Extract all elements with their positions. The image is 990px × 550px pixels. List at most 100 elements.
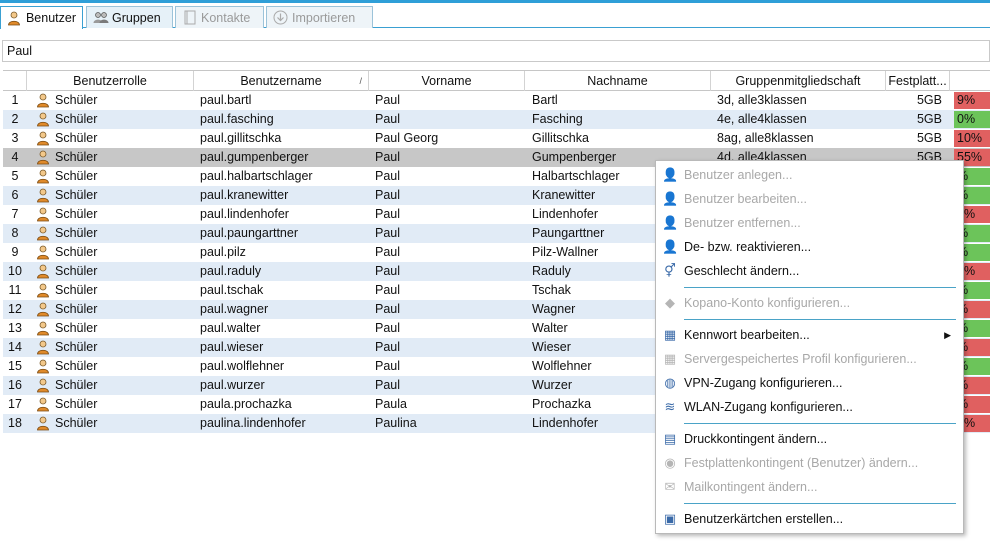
- menu-item-server-profile[interactable]: ▦ Servergespeichertes Profil konfiguriere…: [656, 347, 963, 371]
- cell-benutzername: paul.wolflehner: [200, 359, 285, 373]
- row-number: 10: [8, 264, 22, 278]
- row-number: 2: [11, 112, 19, 126]
- cell-vorname: Paul: [375, 93, 401, 107]
- menu-item-user-card[interactable]: ▣ Benutzerkärtchen erstellen...: [656, 507, 963, 531]
- student-user-icon: [37, 264, 49, 279]
- cell-benutzerrolle: Schüler: [55, 321, 98, 335]
- row-number: 4: [11, 150, 19, 164]
- cell-vorname: Paul: [375, 359, 401, 373]
- cell-nachname: Bartl: [532, 93, 558, 107]
- row-number: 7: [11, 207, 19, 221]
- cell-vorname: Paulina: [375, 416, 417, 430]
- cell-vorname: Paul: [375, 245, 401, 259]
- menu-item-wifi[interactable]: ≋ WLAN-Zugang konfigurieren...: [656, 395, 963, 419]
- menu-item-label: Geschlecht ändern...: [684, 264, 800, 278]
- student-user-icon: [37, 321, 49, 336]
- row-number: 18: [8, 416, 22, 430]
- student-user-icon: [37, 359, 49, 374]
- menu-item-remove-user[interactable]: 👤 Benutzer entfernen...: [656, 211, 963, 235]
- student-user-icon: [37, 169, 49, 184]
- search-input[interactable]: Paul: [2, 40, 990, 62]
- header-vorname[interactable]: Vorname: [369, 71, 525, 91]
- menu-item-disk-quota[interactable]: ◉ Festplattenkontingent (Benutzer) ändern…: [656, 451, 963, 475]
- row-number: 6: [11, 188, 19, 202]
- cell-benutzerrolle: Schüler: [55, 245, 98, 259]
- cell-benutzername: paul.wurzer: [200, 378, 265, 392]
- cell-benutzername: paul.paungarttner: [200, 226, 298, 240]
- menu-item-toggle-user[interactable]: 👤 De- bzw. reaktivieren...: [656, 235, 963, 259]
- menu-item-label: VPN-Zugang konfigurieren...: [684, 376, 843, 390]
- student-user-icon: [37, 397, 49, 412]
- add-user-icon: 👤: [662, 167, 679, 182]
- menu-item-printer[interactable]: ▤ Druckkontingent ändern...: [656, 427, 963, 451]
- cell-benutzername: paul.fasching: [200, 112, 274, 126]
- header-usage[interactable]: [950, 71, 990, 91]
- cell-gruppenmitgliedschaft: 3d, alle3klassen: [717, 93, 807, 107]
- cell-benutzerrolle: Schüler: [55, 264, 98, 278]
- user-icon: [7, 11, 22, 26]
- student-user-icon: [37, 93, 49, 108]
- tab-bar: Benutzer Gruppen Kontakte Importieren: [0, 6, 990, 29]
- header-benutzername[interactable]: Benutzername /: [194, 71, 369, 91]
- cell-benutzerrolle: Schüler: [55, 150, 98, 164]
- student-user-icon: [37, 188, 49, 203]
- cell-nachname: Fasching: [532, 112, 583, 126]
- cell-vorname: Paul: [375, 150, 401, 164]
- student-user-icon: [37, 302, 49, 317]
- menu-item-mail[interactable]: ✉ Mailkontingent ändern...: [656, 475, 963, 499]
- student-user-icon: [37, 226, 49, 241]
- menu-item-label: Servergespeichertes Profil konfigurieren…: [684, 352, 917, 366]
- menu-item-add-user[interactable]: 👤 Benutzer anlegen...: [656, 163, 963, 187]
- table-row[interactable]: 2 Schüler paul.fasching Paul Fasching 4e, all…: [3, 110, 990, 129]
- menu-item-label: Benutzer entfernen...: [684, 216, 801, 230]
- tab-benutzer[interactable]: Benutzer: [0, 6, 83, 29]
- cell-benutzername: paul.kranewitter: [200, 188, 289, 202]
- menu-item-password[interactable]: ▦ Kennwort bearbeiten... ▶: [656, 323, 963, 347]
- student-user-icon: [37, 150, 49, 165]
- submenu-arrow-icon: ▶: [944, 330, 951, 340]
- table-row[interactable]: 3 Schüler paul.gillitschka Paul Georg Gillit…: [3, 129, 990, 148]
- student-user-icon: [37, 283, 49, 298]
- header-gruppenmitgliedschaft[interactable]: Gruppenmitgliedschaft: [711, 71, 886, 91]
- table-row[interactable]: 1 Schüler paul.bartl Paul Bartl 3d, alle3klas…: [3, 91, 990, 110]
- row-number: 8: [11, 226, 19, 240]
- menu-item-gender[interactable]: ⚥ Geschlecht ändern...: [656, 259, 963, 283]
- student-user-icon: [37, 207, 49, 222]
- cell-benutzerrolle: Schüler: [55, 131, 98, 145]
- tab-importieren[interactable]: Importieren: [266, 6, 373, 28]
- cell-benutzerrolle: Schüler: [55, 359, 98, 373]
- printer-icon: ▤: [663, 431, 677, 446]
- tab-gruppen[interactable]: Gruppen: [86, 6, 173, 28]
- cell-vorname: Paul: [375, 321, 401, 335]
- cell-vorname: Paul: [375, 302, 401, 316]
- context-menu: 👤 Benutzer anlegen... 👤 Benutzer bearbeiten…: [655, 160, 964, 534]
- header-nachname[interactable]: Nachname: [525, 71, 711, 91]
- menu-item-kopano[interactable]: ◆ Kopano-Konto konfigurieren...: [656, 291, 963, 315]
- password-icon: ▦: [663, 327, 677, 342]
- quota-usage-bar: 0%: [954, 111, 990, 128]
- cell-gruppenmitgliedschaft: 4e, alle4klassen: [717, 112, 807, 126]
- sort-indicator-icon: /: [359, 76, 362, 86]
- cell-benutzerrolle: Schüler: [55, 283, 98, 297]
- menu-item-edit-user[interactable]: 👤 Benutzer bearbeiten...: [656, 187, 963, 211]
- student-user-icon: [37, 378, 49, 393]
- menu-item-vpn-globe[interactable]: ◍ VPN-Zugang konfigurieren...: [656, 371, 963, 395]
- contacts-book-icon: [182, 10, 197, 25]
- vpn-globe-icon: ◍: [664, 375, 676, 390]
- cell-vorname: Paula: [375, 397, 407, 411]
- top-accent-line: [0, 0, 990, 3]
- row-number: 9: [11, 245, 19, 259]
- header-festplatte[interactable]: Festplatt...: [886, 71, 950, 91]
- cell-vorname: Paul Georg: [375, 131, 439, 145]
- wifi-icon: ≋: [664, 399, 676, 414]
- cell-benutzername: paul.bartl: [200, 93, 252, 107]
- user-table: Benutzerrolle Benutzername / Vorname Nac…: [3, 70, 990, 433]
- cell-benutzerrolle: Schüler: [55, 169, 98, 183]
- cell-nachname: Gillitschka: [532, 131, 589, 145]
- kopano-icon: ◆: [665, 295, 675, 310]
- cell-benutzerrolle: Schüler: [55, 112, 98, 126]
- menu-item-label: Kennwort bearbeiten...: [684, 328, 810, 342]
- cell-benutzername: paul.pilz: [200, 245, 246, 259]
- header-benutzerrolle[interactable]: Benutzerrolle: [27, 71, 194, 91]
- tab-kontakte[interactable]: Kontakte: [175, 6, 264, 28]
